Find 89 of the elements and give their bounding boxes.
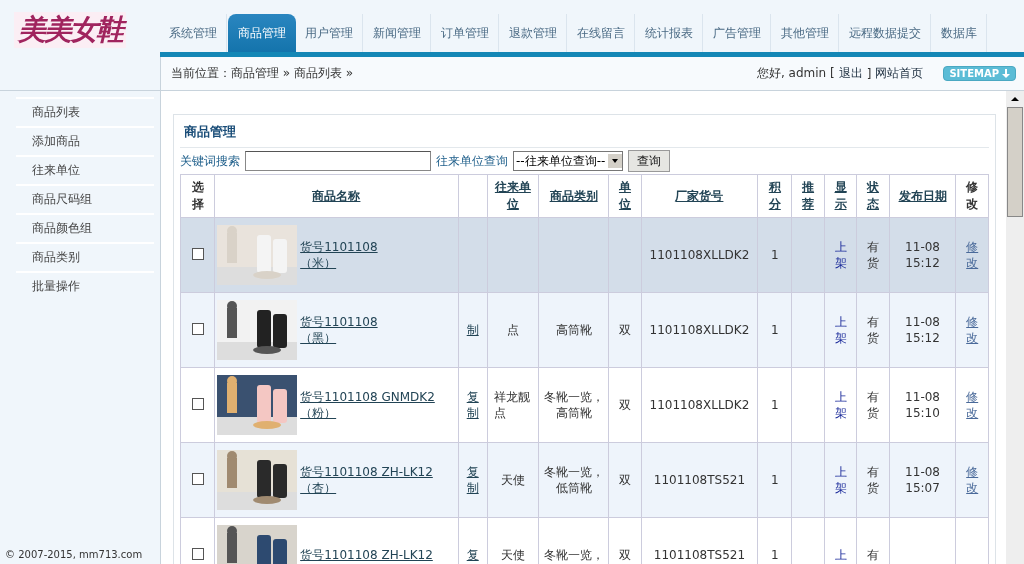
stock-cell: 有货: [866, 239, 880, 271]
dropdown-icon: [608, 154, 623, 168]
stock-cell: 有货: [866, 314, 880, 346]
unit-cell: 双: [618, 397, 631, 413]
category-cell: 冬靴一览，低筒靴: [542, 464, 605, 496]
edit-link[interactable]: 修改: [965, 464, 979, 496]
display-link[interactable]: 上架: [834, 464, 847, 496]
greeting: 您好, admin [: [756, 65, 835, 82]
nav-tab[interactable]: 商品管理: [228, 14, 296, 52]
code-cell: 1101108XLLDK2: [649, 397, 750, 413]
row-checkbox[interactable]: [191, 397, 204, 410]
row-checkbox[interactable]: [191, 472, 204, 485]
column-header: 修改: [965, 179, 980, 213]
nav-tab[interactable]: 广告管理: [704, 14, 771, 52]
points-cell: 1: [770, 547, 779, 563]
display-link[interactable]: 上: [834, 547, 847, 563]
filter-label: 往来单位查询: [436, 152, 508, 170]
code-cell: 1101108XLLDK2: [649, 322, 750, 338]
scrollbar[interactable]: [1006, 91, 1024, 564]
display-link[interactable]: 上架: [834, 314, 847, 346]
column-header: 选择: [190, 179, 205, 213]
logout-link[interactable]: 退出: [838, 65, 863, 82]
home-link[interactable]: 网站首页: [875, 65, 924, 82]
sidebar-item[interactable]: 批量操作: [16, 271, 154, 300]
nav-tab[interactable]: 系统管理: [160, 14, 227, 52]
date-cell-text: 11-08 15:12: [904, 314, 941, 346]
partner-cell: 点: [506, 322, 519, 338]
code-cell: 1101108TS521: [653, 472, 746, 488]
nav-tab[interactable]: 在线留言: [568, 14, 635, 52]
partner-select[interactable]: --往来单位查询--: [513, 151, 624, 171]
row-checkbox[interactable]: [191, 247, 204, 260]
column-header[interactable]: 商品名称: [312, 187, 361, 205]
partner-cell: 天使: [500, 472, 525, 488]
date-cell-text: 11-08 15:07: [904, 464, 941, 496]
nav-tab[interactable]: 新闻管理: [364, 14, 431, 52]
unit-cell: 双: [618, 322, 631, 338]
nav-tab[interactable]: 统计报表: [636, 14, 703, 52]
display-link[interactable]: 上架: [834, 239, 847, 271]
row-checkbox[interactable]: [191, 547, 204, 560]
display-link[interactable]: 上架: [834, 389, 847, 421]
copy-link[interactable]: 复制: [466, 464, 480, 496]
sidebar-item[interactable]: 商品类别: [16, 242, 154, 271]
unit-cell: 双: [618, 472, 631, 488]
sidebar-item[interactable]: 商品尺码组: [16, 184, 154, 213]
scroll-thumb[interactable]: [1007, 107, 1023, 217]
unit-cell: 双: [618, 547, 631, 563]
stock-cell: 有货: [866, 389, 880, 421]
search-field[interactable]: [245, 151, 431, 171]
nav-tab[interactable]: 远程数据提交: [840, 14, 931, 52]
sidebar-item[interactable]: 商品列表: [16, 97, 154, 126]
date-cell-text: 11-08 15:10: [904, 389, 941, 421]
copyright: © 2007-2015, mm713.com: [4, 549, 144, 562]
nav-tab[interactable]: 用户管理: [296, 14, 363, 52]
points-cell: 1: [770, 472, 779, 488]
sidebar-item[interactable]: 商品颜色组: [16, 213, 154, 242]
partner-cell: 天使: [500, 547, 525, 563]
copy-link[interactable]: 制: [466, 322, 479, 338]
search-button[interactable]: 查询: [628, 150, 671, 172]
logo: 美美女鞋: [14, 12, 126, 48]
edit-link[interactable]: 修改: [965, 314, 979, 346]
points-cell: 1: [770, 322, 779, 338]
edit-link[interactable]: 修改: [965, 389, 979, 421]
arrow-down-icon: [1002, 69, 1010, 78]
panel-title: 商品管理: [180, 115, 989, 148]
nav-tab[interactable]: 退款管理: [500, 14, 567, 52]
category-cell: 冬靴一览，: [543, 547, 604, 563]
stock-cell: 有: [866, 547, 879, 563]
points-cell: 1: [770, 247, 779, 263]
partner-cell-text: 祥龙靓点: [493, 389, 531, 421]
nav-tab[interactable]: 数据库: [932, 14, 987, 52]
edit-link[interactable]: 修改: [965, 239, 979, 271]
nav-tab[interactable]: 其他管理: [772, 14, 839, 52]
category-cell: 冬靴一览，高筒靴: [542, 389, 605, 421]
row-checkbox[interactable]: [191, 322, 204, 335]
search-label: 关键词搜索: [180, 152, 240, 170]
code-cell: 1101108TS521: [653, 547, 746, 563]
breadcrumb: 当前位置：商品管理 » 商品列表 »: [171, 65, 354, 82]
copy-link[interactable]: 复: [466, 547, 479, 563]
category-cell: 高筒靴: [555, 322, 592, 338]
stock-cell: 有货: [866, 464, 880, 496]
bracket: ]: [866, 66, 872, 81]
date-cell-text: 11-08 15:12: [904, 239, 941, 271]
copy-link[interactable]: 复制: [466, 389, 480, 421]
code-cell: 1101108XLLDK2: [649, 247, 750, 263]
sidebar-item[interactable]: 往来单位: [16, 155, 154, 184]
sidebar-item[interactable]: 添加商品: [16, 126, 154, 155]
nav-tab[interactable]: 订单管理: [432, 14, 499, 52]
column-header[interactable]: 厂家货号: [675, 187, 724, 205]
points-cell: 1: [770, 397, 779, 413]
